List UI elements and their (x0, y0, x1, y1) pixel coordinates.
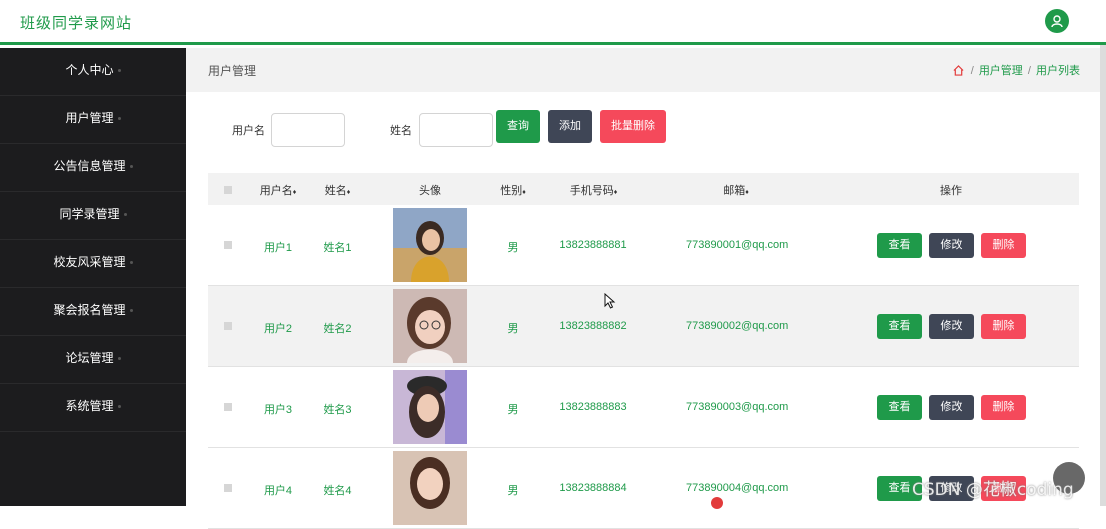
sidebar: 个人中心 用户管理 公告信息管理 同学录管理 校友风采管理 聚会报名管理 论坛管… (0, 48, 186, 506)
page-title: 用户管理 (208, 64, 257, 78)
header-phone[interactable]: 手机号码♦ (566, 182, 621, 198)
row-checkbox[interactable] (224, 403, 232, 411)
header-email[interactable]: 邮箱♦ (720, 182, 752, 198)
breadcrumb-user-list[interactable]: 用户列表 (1036, 65, 1080, 77)
batch-delete-button[interactable]: 批量删除 (600, 110, 666, 143)
search-bar: 用户名 姓名 查询 添加 批量删除 (186, 110, 1100, 150)
cell-gender: 男 (507, 242, 519, 254)
home-icon[interactable] (953, 65, 964, 79)
header-avatar: 头像 (419, 185, 441, 197)
avatar (393, 370, 467, 444)
menu-dot-icon (117, 405, 121, 409)
watermark: CSDN @花椒coding (912, 480, 1074, 500)
cell-name: 姓名2 (323, 323, 352, 335)
cell-name: 姓名4 (323, 485, 352, 497)
header-actions: 操作 (940, 185, 962, 197)
row-checkbox[interactable] (224, 241, 232, 249)
cell-phone: 13823888882 (559, 320, 627, 332)
cell-phone: 13823888883 (559, 401, 627, 413)
cell-email: 773890002@qq.com (686, 320, 789, 332)
username-input[interactable] (271, 113, 345, 147)
cell-phone: 13823888884 (559, 482, 627, 494)
sidebar-item-reunion[interactable]: 聚会报名管理 (0, 288, 186, 336)
cell-username: 用户4 (263, 485, 293, 497)
edit-button[interactable]: 修改 (929, 233, 974, 258)
cell-gender: 男 (507, 323, 519, 335)
breadcrumb-user-management[interactable]: 用户管理 (979, 65, 1023, 77)
menu-dot-icon (129, 309, 133, 313)
page-scrollbar[interactable] (1100, 45, 1106, 506)
avatar (393, 208, 467, 282)
sidebar-item-personal-center[interactable]: 个人中心 (0, 48, 186, 96)
cell-email: 773890001@qq.com (686, 239, 789, 251)
query-button[interactable]: 查询 (496, 110, 540, 143)
username-label: 用户名 (232, 125, 265, 137)
view-button[interactable]: 查看 (877, 314, 922, 339)
header-name[interactable]: 姓名♦ (320, 182, 355, 198)
mouse-cursor-icon (604, 292, 616, 312)
view-button[interactable]: 查看 (877, 395, 922, 420)
header-gender[interactable]: 性别♦ (498, 182, 528, 198)
sidebar-item-system[interactable]: 系统管理 (0, 384, 186, 432)
menu-dot-icon (117, 117, 121, 121)
cell-username: 用户1 (263, 242, 293, 254)
menu-dot-icon (129, 261, 133, 265)
cell-gender: 男 (507, 485, 519, 497)
sidebar-item-alumni[interactable]: 校友风采管理 (0, 240, 186, 288)
sidebar-item-forum[interactable]: 论坛管理 (0, 336, 186, 384)
indicator-dot (711, 497, 723, 509)
user-avatar-icon[interactable] (1045, 9, 1069, 33)
avatar (393, 289, 467, 363)
cell-phone: 13823888881 (559, 239, 627, 251)
table-row: 用户3 姓名3 男 13823888883 773890003@qq.com 查… (208, 367, 1079, 448)
top-header: 班级同学录网站 (0, 0, 1106, 45)
menu-dot-icon (129, 165, 133, 169)
cell-name: 姓名3 (323, 404, 352, 416)
table-row: 用户1 姓名1 男 13823888881 773890001@qq.com 查… (208, 205, 1079, 286)
delete-button[interactable]: 删除 (981, 233, 1026, 258)
cell-email: 773890003@qq.com (686, 401, 789, 413)
main-content: 用户管理 / 用户管理 / 用户列表 用户名 姓名 查询 添加 批量删除 用户名… (186, 48, 1100, 529)
select-all-checkbox[interactable] (224, 185, 232, 197)
view-button[interactable]: 查看 (877, 233, 922, 258)
menu-dot-icon (123, 213, 127, 217)
add-button[interactable]: 添加 (548, 110, 592, 143)
delete-button[interactable]: 删除 (981, 314, 1026, 339)
name-label: 姓名 (390, 125, 412, 137)
table-row: 用户2 姓名2 男 13823888882 773890002@qq.com 查… (208, 286, 1079, 367)
name-input[interactable] (419, 113, 493, 147)
row-checkbox[interactable] (224, 484, 232, 492)
sidebar-item-user-management[interactable]: 用户管理 (0, 96, 186, 144)
edit-button[interactable]: 修改 (929, 314, 974, 339)
cell-name: 姓名1 (323, 242, 352, 254)
breadcrumb: / 用户管理 / 用户列表 (953, 62, 1080, 79)
sidebar-item-classmates[interactable]: 同学录管理 (0, 192, 186, 240)
menu-dot-icon (117, 69, 121, 73)
menu-dot-icon (117, 357, 121, 361)
cell-username: 用户3 (263, 404, 293, 416)
cell-gender: 男 (507, 404, 519, 416)
cell-email: 773890004@qq.com (686, 482, 789, 494)
header-username[interactable]: 用户名♦ (258, 182, 298, 198)
delete-button[interactable]: 删除 (981, 395, 1026, 420)
cell-username: 用户2 (263, 323, 293, 335)
row-checkbox[interactable] (224, 322, 232, 330)
table-header: 用户名♦ 姓名♦ 头像 性别♦ 手机号码♦ 邮箱♦ 操作 (208, 173, 1079, 205)
site-title: 班级同学录网站 (20, 15, 133, 32)
edit-button[interactable]: 修改 (929, 395, 974, 420)
avatar (393, 451, 467, 525)
breadcrumb-bar: 用户管理 / 用户管理 / 用户列表 (186, 48, 1100, 92)
sidebar-item-announcement[interactable]: 公告信息管理 (0, 144, 186, 192)
